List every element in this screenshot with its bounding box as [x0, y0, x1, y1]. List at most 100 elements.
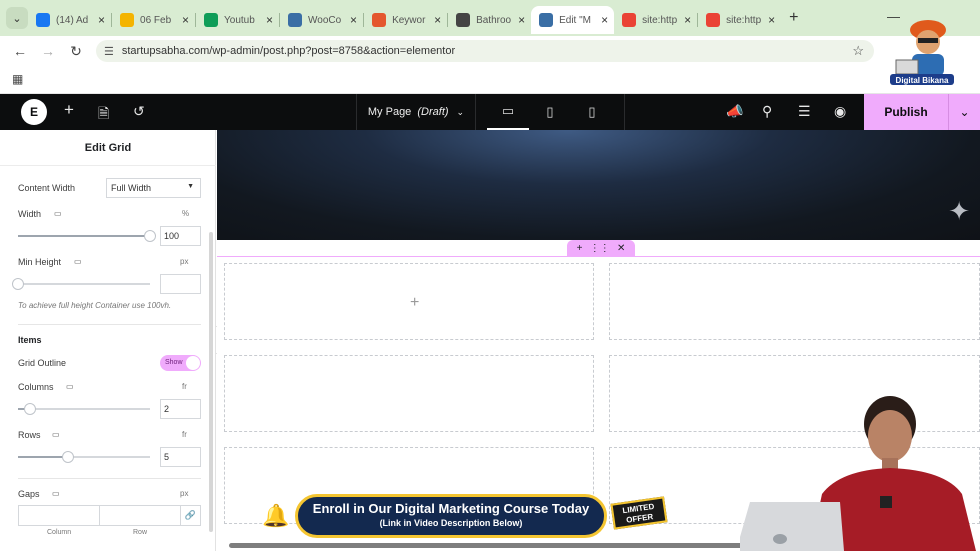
gap-column-input[interactable]: [18, 505, 100, 526]
close-tab-icon[interactable]: ×: [684, 13, 691, 27]
close-tab-icon[interactable]: ×: [98, 13, 105, 27]
close-tab-icon[interactable]: ×: [601, 13, 608, 27]
gaps-label: Gaps: [18, 489, 40, 499]
columns-slider-track[interactable]: [18, 408, 150, 410]
width-unit[interactable]: %: [182, 209, 189, 218]
browser-tab[interactable]: Keywor ×: [364, 6, 447, 34]
tab-title: WooCo: [308, 14, 342, 26]
add-container-icon[interactable]: +: [577, 243, 583, 254]
columns-slider-handle[interactable]: [23, 403, 36, 415]
forward-icon[interactable]: →: [34, 43, 62, 59]
structure-layers-icon[interactable]: ☰: [798, 103, 811, 120]
width-input[interactable]: 100: [160, 226, 201, 246]
tab-title: Youtub: [224, 14, 255, 26]
browser-tab[interactable]: Edit "M ×: [531, 6, 615, 34]
link-values-icon[interactable]: 🔗: [180, 505, 201, 526]
google-icon: [622, 13, 637, 27]
preview-eye-icon[interactable]: ◉: [834, 103, 846, 120]
desktop-view-icon[interactable]: ▭: [487, 94, 529, 130]
container-handle: + ⋮⋮ ✕: [567, 240, 635, 257]
grid-cell[interactable]: [609, 263, 980, 340]
browser-tab[interactable]: site:http ×: [698, 6, 781, 34]
columns-input[interactable]: 2: [160, 399, 201, 419]
publish-options-chevron-icon[interactable]: ⌄: [948, 94, 980, 130]
content-width-value: Full Width: [111, 183, 152, 193]
close-tab-icon[interactable]: ×: [266, 13, 273, 27]
grid-outline-toggle[interactable]: Show: [160, 355, 201, 371]
tab-title: Bathroo: [476, 14, 512, 26]
gap-row-label: Row: [133, 529, 148, 536]
browser-tab[interactable]: Youtub ×: [196, 6, 279, 34]
browser-tab[interactable]: WooCo ×: [280, 6, 363, 34]
min-height-slider-track[interactable]: [18, 283, 150, 285]
rows-input[interactable]: 5: [160, 447, 201, 467]
add-widget-plus-icon[interactable]: +: [410, 294, 419, 312]
url-text: startupsabha.com/wp-admin/post.php?post=…: [121, 45, 456, 57]
browser-tab[interactable]: 06 Feb ×: [112, 6, 195, 34]
search-icon[interactable]: ⚲: [762, 103, 772, 120]
bell-icon: 🔔: [262, 503, 290, 528]
responsive-desktop-icon[interactable]: ▭: [66, 382, 74, 391]
add-element-icon[interactable]: +: [64, 100, 74, 120]
gap-row-input[interactable]: [99, 505, 181, 526]
responsive-desktop-icon[interactable]: ▭: [54, 209, 62, 218]
history-icon[interactable]: ↺: [133, 103, 145, 120]
bookmark-star-icon[interactable]: ☆: [852, 43, 864, 59]
page-selector[interactable]: My Page (Draft) ⌄: [356, 94, 476, 130]
responsive-desktop-icon[interactable]: ▭: [52, 489, 60, 498]
elementor-logo-icon[interactable]: E: [21, 99, 47, 125]
responsive-desktop-icon[interactable]: ▭: [74, 257, 82, 266]
mobile-view-icon[interactable]: ▯: [571, 94, 613, 130]
new-tab-button[interactable]: +: [789, 9, 798, 27]
close-tab-icon[interactable]: ×: [434, 13, 441, 27]
content-width-select[interactable]: Full Width ▼: [106, 178, 201, 198]
channel-mascot-logo: Digital Bikana: [890, 20, 954, 85]
publish-button[interactable]: Publish: [864, 94, 948, 130]
apps-grid-icon[interactable]: ▦: [12, 72, 23, 86]
browser-tab[interactable]: site:http ×: [614, 6, 697, 34]
channel-name: Digital Bikana: [896, 76, 949, 85]
width-slider-handle[interactable]: [144, 230, 156, 242]
back-icon[interactable]: ←: [6, 43, 34, 59]
panel-title: Edit Grid: [0, 130, 216, 166]
min-height-input[interactable]: [160, 274, 201, 294]
min-height-unit[interactable]: px: [180, 257, 188, 266]
site-info-icon[interactable]: ☰: [104, 45, 114, 58]
address-bar-row: ← → ↻ ☰ startupsabha.com/wp-admin/post.p…: [0, 36, 980, 66]
close-tab-icon[interactable]: ×: [518, 13, 525, 27]
delete-container-icon[interactable]: ✕: [617, 243, 625, 254]
rows-unit[interactable]: fr: [182, 430, 187, 439]
page-settings-icon[interactable]: 🗎: [98, 103, 109, 127]
grid-cell[interactable]: [224, 355, 594, 432]
chevron-down-icon: ⌄: [456, 106, 465, 117]
close-tab-icon[interactable]: ×: [182, 13, 189, 27]
rows-slider-handle[interactable]: [62, 451, 75, 463]
google-icon: [706, 13, 721, 27]
reload-icon[interactable]: ↻: [62, 43, 90, 60]
columns-unit[interactable]: fr: [182, 382, 187, 391]
rows-slider-track[interactable]: [18, 456, 150, 458]
width-slider-fill: [18, 235, 150, 237]
tab-search-menu-icon[interactable]: ⌄: [6, 7, 28, 29]
url-field[interactable]: ☰ startupsabha.com/wp-admin/post.php?pos…: [96, 40, 874, 62]
wordpress-icon: [288, 13, 303, 27]
min-height-slider-handle[interactable]: [12, 278, 24, 290]
gaps-unit[interactable]: px: [180, 489, 188, 498]
tab-title: (14) Ad: [56, 14, 89, 26]
edit-grid-panel: Edit Grid Content Width Full Width ▼ Wid…: [0, 130, 216, 551]
hero-section[interactable]: ✦: [217, 130, 980, 240]
browser-tab-strip: ⌄ (14) Ad × 06 Feb × Youtub × WooCo × Keywor × Bat…: [0, 0, 980, 36]
close-tab-icon[interactable]: ×: [350, 13, 357, 27]
browser-tab[interactable]: Bathroo ×: [448, 6, 531, 34]
panel-scrollbar[interactable]: [209, 232, 213, 532]
tablet-view-icon[interactable]: ▯: [529, 94, 571, 130]
drag-handle-icon[interactable]: ⋮⋮: [590, 243, 610, 254]
browser-tab[interactable]: (14) Ad ×: [28, 6, 111, 34]
sheets-icon: [204, 13, 219, 27]
notifications-megaphone-icon[interactable]: 📣: [726, 103, 743, 120]
grid-cell[interactable]: +: [224, 263, 594, 340]
caret-down-icon: ▼: [187, 183, 194, 190]
close-tab-icon[interactable]: ×: [768, 13, 775, 27]
responsive-desktop-icon[interactable]: ▭: [52, 430, 60, 439]
width-slider-track[interactable]: [18, 235, 150, 237]
